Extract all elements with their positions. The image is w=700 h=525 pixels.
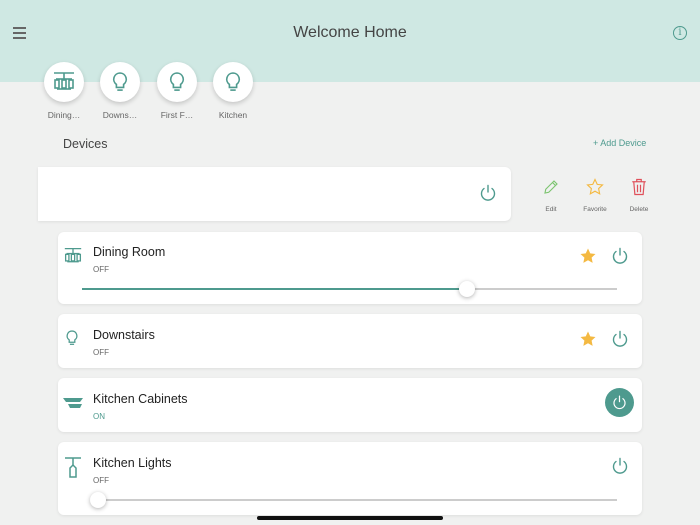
chandelier-icon xyxy=(44,62,84,102)
power-button-on[interactable] xyxy=(605,388,634,417)
slider-thumb[interactable] xyxy=(459,281,476,297)
cabinet-light-icon xyxy=(63,398,83,408)
device-state: OFF xyxy=(93,476,109,485)
edit-button[interactable]: Edit xyxy=(531,178,571,213)
trash-icon xyxy=(632,178,646,196)
bulb-icon xyxy=(65,329,79,347)
device-card-dining-room[interactable]: Dining Room OFF xyxy=(58,232,642,304)
star-outline-icon xyxy=(586,178,604,196)
info-icon[interactable]: i xyxy=(673,26,687,40)
add-device-button[interactable]: + Add Device xyxy=(593,138,646,148)
room-label: Downs… xyxy=(102,110,138,120)
bulb-icon xyxy=(213,62,253,102)
swiped-device-card[interactable] xyxy=(38,167,511,221)
room-downstairs[interactable]: Downs… xyxy=(100,62,140,120)
device-card-downstairs[interactable]: Downstairs OFF xyxy=(58,314,642,368)
home-indicator xyxy=(257,516,443,520)
star-filled-icon[interactable] xyxy=(579,247,597,265)
favorite-button[interactable]: Favorite xyxy=(575,178,615,213)
device-name: Downstairs xyxy=(93,328,155,342)
power-icon[interactable] xyxy=(610,246,630,266)
device-state: OFF xyxy=(93,265,109,274)
room-label: First F… xyxy=(160,110,194,120)
brightness-slider[interactable] xyxy=(90,492,617,508)
device-card-kitchen-lights[interactable]: Kitchen Lights OFF xyxy=(58,442,642,515)
slider-thumb[interactable] xyxy=(90,492,106,508)
power-icon[interactable] xyxy=(610,329,630,349)
power-icon[interactable] xyxy=(478,183,498,203)
device-card-kitchen-cabinets[interactable]: Kitchen Cabinets ON xyxy=(58,378,642,432)
room-label: Kitchen xyxy=(218,110,248,120)
device-name: Dining Room xyxy=(93,245,166,259)
star-filled-icon[interactable] xyxy=(579,330,597,348)
edit-label: Edit xyxy=(545,206,557,213)
room-first-floor[interactable]: First F… xyxy=(157,62,197,120)
delete-button[interactable]: Delete xyxy=(619,178,659,213)
bulb-icon xyxy=(157,62,197,102)
device-name: Kitchen Lights xyxy=(93,456,172,470)
brightness-slider[interactable] xyxy=(82,281,617,297)
device-name: Kitchen Cabinets xyxy=(93,392,188,406)
delete-label: Delete xyxy=(629,206,649,213)
device-state: ON xyxy=(93,412,105,421)
power-icon[interactable] xyxy=(610,456,630,476)
pendant-light-icon xyxy=(65,457,81,478)
room-dining[interactable]: Dining… xyxy=(44,62,84,120)
devices-heading: Devices xyxy=(63,137,108,151)
room-kitchen[interactable]: Kitchen xyxy=(213,62,253,120)
device-state: OFF xyxy=(93,348,109,357)
chandelier-icon xyxy=(63,247,83,265)
favorite-label: Favorite xyxy=(583,206,607,213)
room-label: Dining… xyxy=(47,110,81,120)
pencil-icon xyxy=(544,180,558,194)
page-title: Welcome Home xyxy=(293,24,407,41)
bulb-icon xyxy=(100,62,140,102)
power-icon xyxy=(611,394,628,411)
